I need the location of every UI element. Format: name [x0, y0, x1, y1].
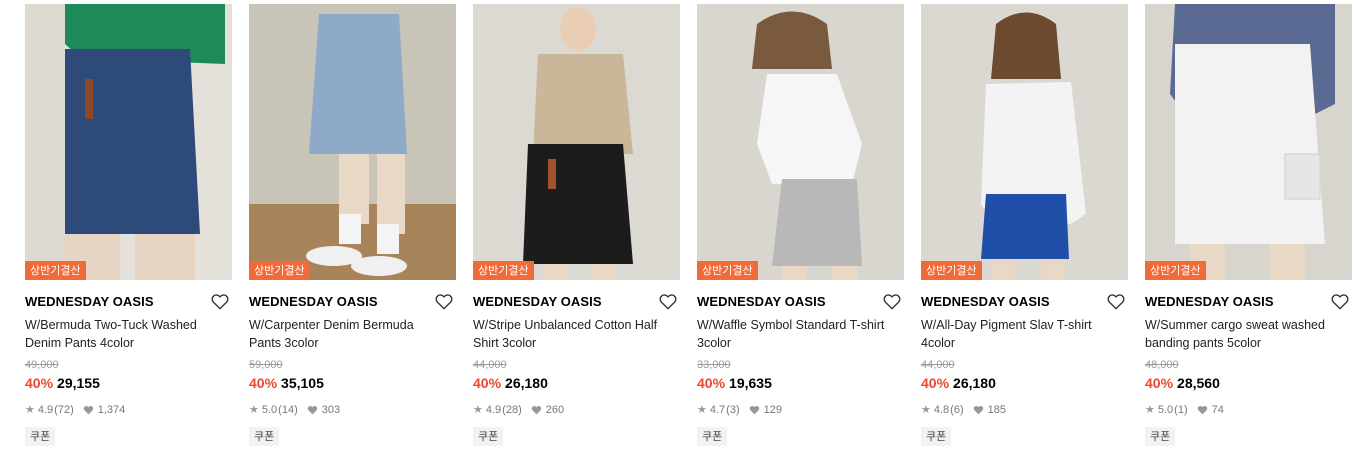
promo-badge: 상반기결산	[1145, 261, 1206, 280]
discount-rate: 40%	[249, 375, 278, 391]
star-icon: ★	[921, 404, 931, 416]
product-image[interactable]: 상반기결산	[249, 4, 456, 280]
original-price: 49,000	[25, 359, 59, 371]
heart-icon[interactable]	[659, 293, 677, 310]
review-count: (14)	[278, 404, 298, 416]
rating-value: 5.0	[261, 404, 278, 416]
sale-price: 28,560	[1177, 375, 1220, 391]
brand-name[interactable]: WEDNESDAY OASIS	[249, 292, 456, 312]
discount-rate: 40%	[697, 375, 726, 391]
coupon-badge: 쿠폰	[921, 427, 952, 446]
heart-filled-icon	[83, 406, 93, 415]
review-count: (28)	[502, 404, 522, 416]
product-name[interactable]: W/Bermuda Two-Tuck Washed Denim Pants 4c…	[25, 316, 215, 352]
brand-name[interactable]: WEDNESDAY OASIS	[1145, 292, 1352, 312]
product-name[interactable]: W/Waffle Symbol Standard T-shirt 3color	[697, 316, 887, 352]
promo-badge: 상반기결산	[25, 261, 86, 280]
discount-rate: 40%	[921, 375, 950, 391]
product-image[interactable]: 상반기결산	[25, 4, 232, 280]
promo-badge: 상반기결산	[921, 261, 982, 280]
star-icon: ★	[697, 404, 707, 416]
original-price: 44,000	[473, 359, 507, 371]
heart-icon[interactable]	[435, 293, 453, 310]
promo-badge: 상반기결산	[473, 261, 534, 280]
star-icon: ★	[473, 404, 483, 416]
rating-value: 5.0	[1157, 404, 1174, 416]
sale-price: 19,635	[729, 375, 772, 391]
heart-icon[interactable]	[211, 293, 229, 310]
like-count: 1,374	[97, 404, 126, 416]
review-count: (6)	[950, 404, 964, 416]
brand-name[interactable]: WEDNESDAY OASIS	[25, 292, 232, 312]
discount-rate: 40%	[473, 375, 502, 391]
like-count: 74	[1211, 404, 1224, 416]
brand-name[interactable]: WEDNESDAY OASIS	[697, 292, 904, 312]
product-name[interactable]: W/All-Day Pigment Slav T-shirt 4color	[921, 316, 1111, 352]
product-name[interactable]: W/Carpenter Denim Bermuda Pants 3color	[249, 316, 439, 352]
heart-filled-icon	[531, 406, 541, 415]
review-count: (72)	[54, 404, 74, 416]
star-icon: ★	[1145, 404, 1155, 416]
original-price: 59,000	[249, 359, 283, 371]
heart-filled-icon	[1197, 406, 1207, 415]
rating-value: 4.9	[37, 404, 54, 416]
coupon-badge: 쿠폰	[25, 427, 56, 446]
discount-rate: 40%	[1145, 375, 1174, 391]
brand-name[interactable]: WEDNESDAY OASIS	[473, 292, 680, 312]
heart-filled-icon	[307, 406, 317, 415]
coupon-badge: 쿠폰	[473, 427, 504, 446]
promo-badge: 상반기결산	[697, 261, 758, 280]
brand-name[interactable]: WEDNESDAY OASIS	[921, 292, 1128, 312]
heart-icon[interactable]	[883, 293, 901, 310]
product-card[interactable]: 상반기결산 WEDNESDAY OASIS W/Summer cargo swe…	[1145, 4, 1352, 446]
like-count: 185	[987, 404, 1006, 416]
rating-value: 4.9	[485, 404, 502, 416]
rating-value: 4.7	[709, 404, 726, 416]
product-card[interactable]: 상반기결산 WEDNESDAY OASIS W/Waffle Symbol St…	[697, 4, 904, 446]
review-count: (1)	[1174, 404, 1188, 416]
product-name[interactable]: W/Stripe Unbalanced Cotton Half Shirt 3c…	[473, 316, 663, 352]
heart-filled-icon	[749, 406, 759, 415]
sale-price: 35,105	[281, 375, 324, 391]
coupon-badge: 쿠폰	[1145, 427, 1176, 446]
star-icon: ★	[249, 404, 259, 416]
product-name[interactable]: W/Summer cargo sweat washed banding pant…	[1145, 316, 1335, 352]
product-image[interactable]: 상반기결산	[697, 4, 904, 280]
rating-value: 4.8	[933, 404, 950, 416]
product-card[interactable]: 상반기결산 WEDNESDAY OASIS W/Stripe Unbalance…	[473, 4, 680, 446]
product-image[interactable]: 상반기결산	[473, 4, 680, 280]
heart-icon[interactable]	[1107, 293, 1125, 310]
product-card[interactable]: 상반기결산 WEDNESDAY OASIS W/Bermuda Two-Tuck…	[25, 4, 232, 446]
product-grid: 상반기결산 WEDNESDAY OASIS W/Bermuda Two-Tuck…	[0, 0, 1356, 464]
product-card[interactable]: 상반기결산 WEDNESDAY OASIS W/All-Day Pigment …	[921, 4, 1128, 446]
like-count: 303	[321, 404, 341, 416]
review-count: (3)	[726, 404, 740, 416]
original-price: 44,000	[921, 359, 955, 371]
product-image[interactable]: 상반기결산	[1145, 4, 1352, 280]
sale-price: 26,180	[505, 375, 548, 391]
discount-rate: 40%	[25, 375, 54, 391]
sale-price: 26,180	[953, 375, 996, 391]
coupon-badge: 쿠폰	[249, 427, 280, 446]
like-count: 260	[545, 404, 565, 416]
promo-badge: 상반기결산	[249, 261, 310, 280]
heart-icon[interactable]	[1331, 293, 1349, 310]
product-card[interactable]: 상반기결산 WEDNESDAY OASIS W/Carpenter Denim …	[249, 4, 456, 446]
like-count: 129	[763, 404, 782, 416]
coupon-badge: 쿠폰	[697, 427, 728, 446]
heart-filled-icon	[973, 406, 983, 415]
star-icon: ★	[25, 404, 35, 416]
product-image[interactable]: 상반기결산	[921, 4, 1128, 280]
sale-price: 29,155	[57, 375, 100, 391]
original-price: 33,000	[697, 359, 731, 371]
original-price: 48,000	[1145, 359, 1179, 371]
